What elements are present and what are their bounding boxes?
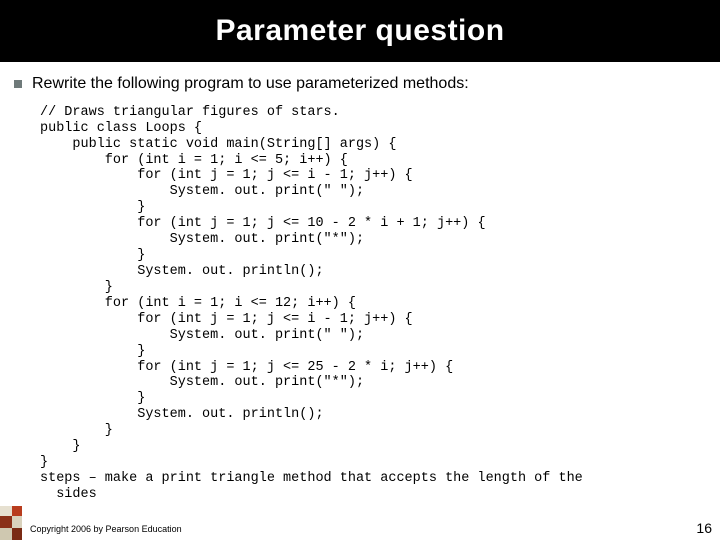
page-number: 16	[696, 520, 712, 536]
copyright-footer: Copyright 2006 by Pearson Education	[30, 524, 182, 534]
square-bullet-icon	[14, 80, 22, 88]
code-block: // Draws triangular figures of stars. pu…	[40, 105, 706, 471]
title-bar: Parameter question	[0, 0, 720, 62]
steps-note: steps – make a print triangle method tha…	[40, 471, 700, 503]
bullet-line: Rewrite the following program to use par…	[14, 74, 706, 95]
bullet-text: Rewrite the following program to use par…	[32, 74, 469, 95]
slide-title: Parameter question	[215, 14, 504, 48]
slide-content: Rewrite the following program to use par…	[0, 62, 720, 503]
decorative-blocks-icon	[0, 506, 28, 540]
